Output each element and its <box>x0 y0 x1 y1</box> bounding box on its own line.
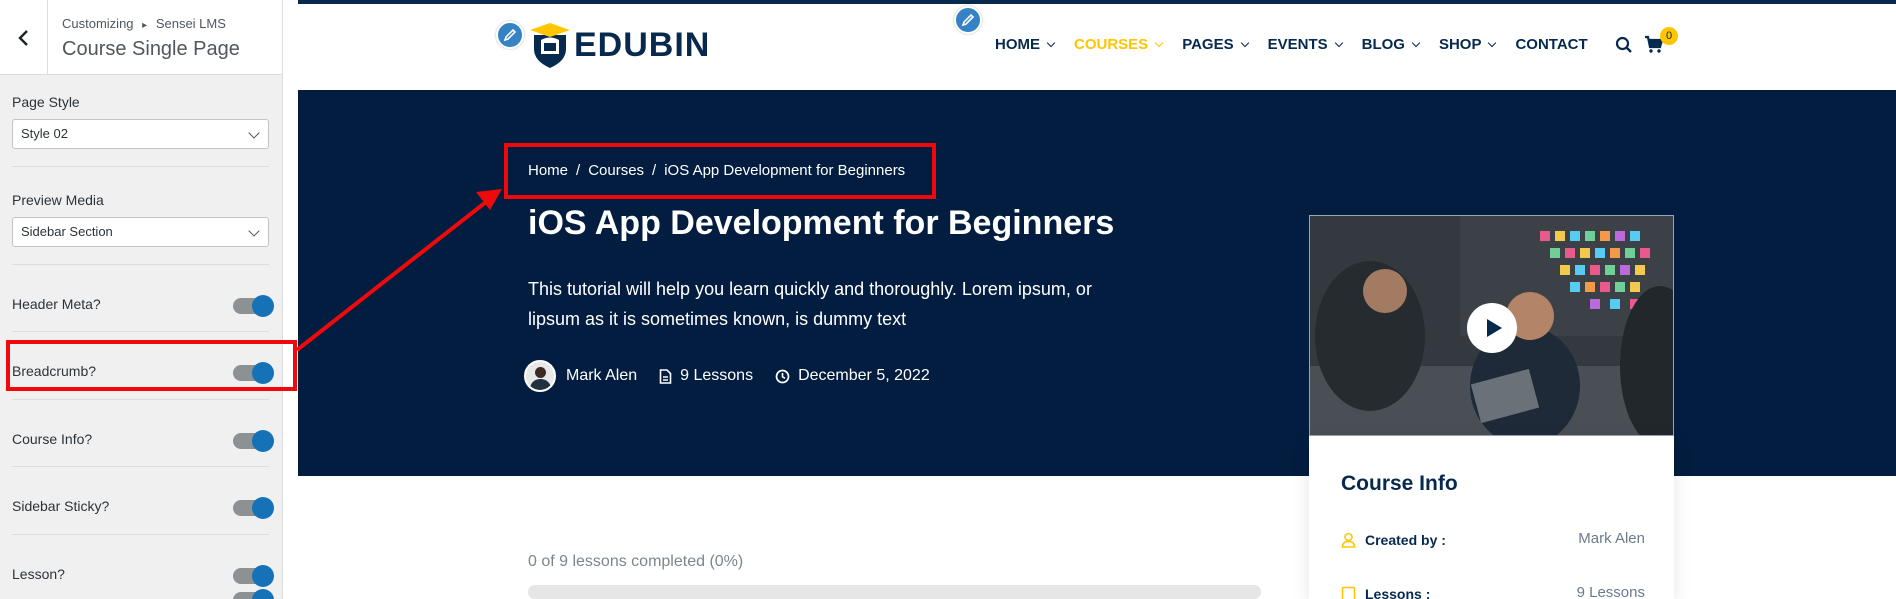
toggle-sidebar-sticky: Sidebar Sticky? <box>0 478 282 538</box>
course-info-card: Course Info Created by : Mark Alen Lesso… <box>1309 436 1674 599</box>
toggle-label: Lesson? <box>12 566 65 582</box>
chevron-left-icon <box>17 29 28 46</box>
preview-media-value: Sidebar Section <box>21 224 113 239</box>
customizer-header: Customizing ▸ Sensei LMS Course Single P… <box>0 0 282 75</box>
course-info-title: Course Info <box>1341 472 1458 495</box>
toggle-label: Sidebar Sticky? <box>12 498 110 514</box>
customizer-panel: Customizing ▸ Sensei LMS Course Single P… <box>0 0 283 599</box>
breadcrumb-parent: Customizing <box>62 16 134 31</box>
course-description: This tutorial will help you learn quickl… <box>528 279 1092 329</box>
book-icon <box>1341 586 1356 599</box>
preview-media-select[interactable]: Sidebar Section <box>12 217 269 247</box>
customizer-breadcrumb: Customizing ▸ Sensei LMS <box>62 16 226 31</box>
chevron-down-icon <box>1334 38 1343 47</box>
switch-knob <box>252 589 274 599</box>
chevron-down-icon <box>1488 38 1497 47</box>
divider <box>12 264 269 265</box>
switch-knob <box>252 295 274 317</box>
page-style-select[interactable]: Style 02 <box>12 119 269 149</box>
toggle-header-meta: Header Meta? <box>0 276 282 336</box>
course-video-preview[interactable] <box>1309 215 1674 436</box>
user-icon <box>1341 532 1356 551</box>
graduation-cap-shield-icon <box>530 23 570 68</box>
lesson-switch[interactable] <box>233 565 274 587</box>
course-info-switch[interactable] <box>233 430 274 452</box>
nav-courses[interactable]: COURSES <box>1074 36 1164 53</box>
lessons-count: 9 Lessons <box>680 367 754 384</box>
play-icon <box>1486 319 1502 337</box>
chevron-down-icon <box>1411 38 1421 47</box>
info-label: Created by : <box>1365 532 1446 548</box>
divider <box>12 399 269 400</box>
logo-text: EDUBIN <box>574 25 711 64</box>
main-nav: HOME COURSES PAGES EVENTS BLOG SHOP CONT… <box>995 36 1608 53</box>
breadcrumb-separator: ▸ <box>142 20 148 31</box>
divider <box>12 466 269 467</box>
nav-home[interactable]: HOME <box>995 36 1056 53</box>
annotation-highlight-toggle <box>6 340 297 391</box>
divider <box>12 331 269 332</box>
chevron-down-icon <box>1154 38 1164 47</box>
site-preview: EDUBIN HOME COURSES PAGES EVENTS BLOG SH… <box>298 0 1896 599</box>
search-icon[interactable] <box>1615 36 1633 59</box>
annotation-highlight-breadcrumb <box>504 143 936 199</box>
toggle-next-partial <box>0 589 282 599</box>
cart-count-badge: 0 <box>1660 27 1678 45</box>
nav-label: COURSES <box>1074 36 1149 53</box>
toggle-label: Header Meta? <box>12 296 101 312</box>
site-logo[interactable]: EDUBIN <box>530 20 710 70</box>
nav-shop[interactable]: SHOP <box>1438 36 1497 53</box>
preview-media-label: Preview Media <box>12 192 104 208</box>
info-label: Lessons : <box>1365 586 1431 599</box>
nav-label: SHOP <box>1438 36 1482 53</box>
next-switch[interactable] <box>233 589 274 599</box>
chevron-down-icon <box>248 225 260 237</box>
course-meta: Mark Alen 9 Lessons December 5, 2022 <box>524 360 930 392</box>
header-meta-switch[interactable] <box>233 295 274 317</box>
nav-events[interactable]: EVENTS <box>1267 36 1343 53</box>
progress-text: 0 of 9 lessons completed (0%) <box>528 553 744 570</box>
course-date: December 5, 2022 <box>798 367 930 384</box>
nav-label: EVENTS <box>1267 36 1328 53</box>
edit-logo-pencil-icon[interactable] <box>496 21 524 49</box>
divider <box>12 534 269 535</box>
info-value: 9 Lessons <box>1576 584 1645 599</box>
switch-knob <box>252 430 274 452</box>
switch-knob <box>252 565 274 587</box>
document-icon <box>659 368 672 384</box>
info-value: Mark Alen <box>1578 530 1645 547</box>
clock-icon <box>775 369 790 384</box>
panel-title: Course Single Page <box>62 38 240 60</box>
chevron-down-icon <box>1240 38 1249 47</box>
breadcrumb-section: Sensei LMS <box>155 16 226 31</box>
toggle-course-info: Course Info? <box>0 411 282 471</box>
nav-label: HOME <box>995 36 1040 53</box>
play-button[interactable] <box>1467 303 1517 353</box>
toggle-label: Course Info? <box>12 431 93 447</box>
page-style-value: Style 02 <box>21 126 68 141</box>
switch-knob <box>252 497 274 519</box>
course-title: iOS App Development for Beginners <box>528 204 1115 242</box>
site-header: EDUBIN HOME COURSES PAGES EVENTS BLOG SH… <box>298 4 1896 90</box>
nav-label: CONTACT <box>1515 36 1588 53</box>
nav-label: BLOG <box>1361 36 1405 53</box>
nav-label: PAGES <box>1182 36 1234 53</box>
chevron-down-icon <box>248 127 260 139</box>
author-name[interactable]: Mark Alen <box>566 367 637 385</box>
back-button[interactable] <box>0 0 48 75</box>
nav-blog[interactable]: BLOG <box>1361 36 1421 53</box>
nav-contact[interactable]: CONTACT <box>1515 36 1587 53</box>
sidebar-sticky-switch[interactable] <box>233 497 274 519</box>
divider <box>12 166 269 167</box>
author-avatar <box>524 360 556 392</box>
edit-menu-pencil-icon[interactable] <box>954 6 982 34</box>
progress-bar <box>528 585 1261 599</box>
nav-pages[interactable]: PAGES <box>1182 36 1249 53</box>
chevron-down-icon <box>1046 38 1056 47</box>
page-style-label: Page Style <box>12 94 80 110</box>
